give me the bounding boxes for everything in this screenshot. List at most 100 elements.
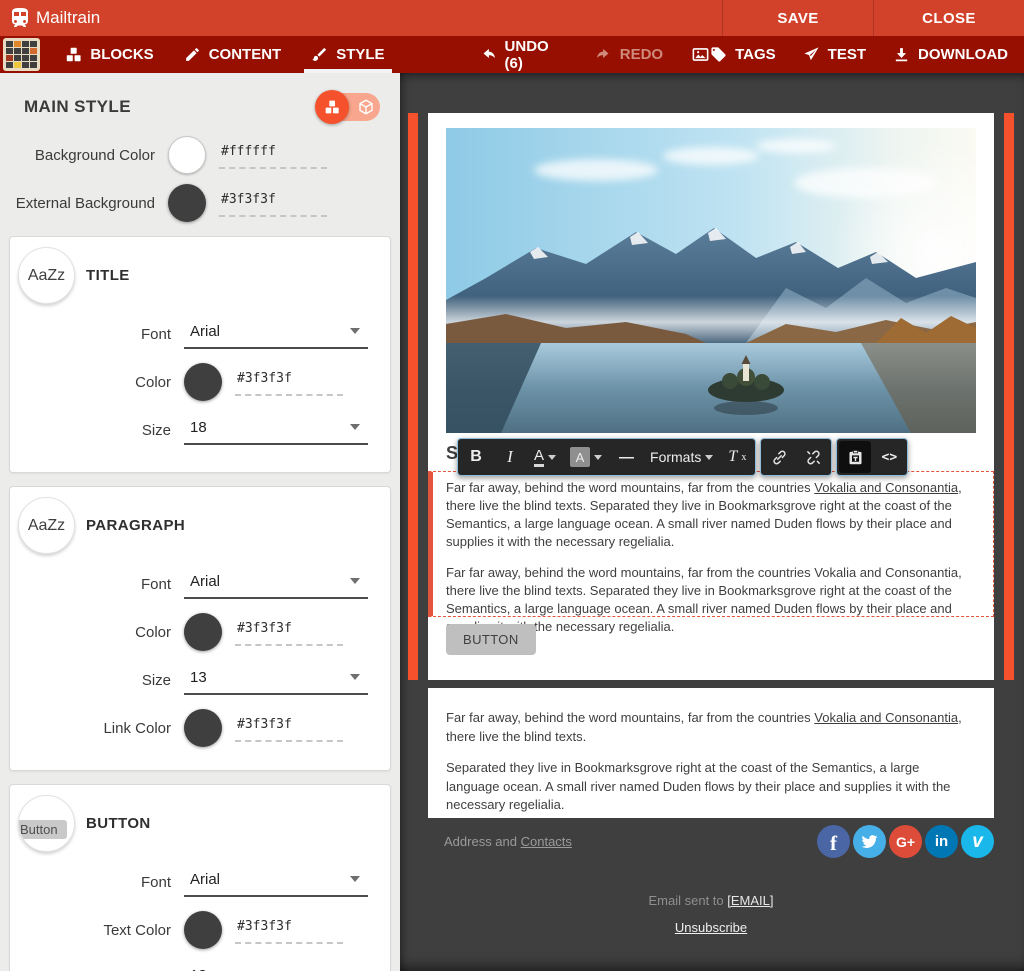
paragraph-color-hex-input[interactable]: #3f3f3f xyxy=(235,619,343,646)
linkedin-icon[interactable]: in xyxy=(925,825,958,858)
googleplus-icon[interactable]: G+ xyxy=(889,825,922,858)
formats-dropdown[interactable]: Formats xyxy=(644,441,719,473)
tags-button[interactable]: TAGS xyxy=(710,46,776,63)
twitter-icon[interactable] xyxy=(853,825,886,858)
ext-bg-swatch[interactable] xyxy=(168,184,206,222)
test-label: TEST xyxy=(828,46,866,63)
cube-toggle-icon[interactable] xyxy=(357,98,375,116)
tab-blocks-label: BLOCKS xyxy=(90,46,153,63)
undo-label: UNDO (6) xyxy=(505,38,567,72)
bold-button[interactable]: B xyxy=(460,441,492,473)
paragraph-font-select[interactable]: Arial xyxy=(184,570,368,599)
app-title: Mailtrain xyxy=(36,8,100,28)
button-font-label: Font xyxy=(16,874,184,891)
lake-mountains-photo[interactable] xyxy=(446,128,976,433)
email-block-text-section: S B I A A — Formats Tx xyxy=(428,113,994,680)
paragraph-font-value: Arial xyxy=(190,573,220,590)
facebook-icon[interactable]: f xyxy=(817,825,850,858)
clear-formatting-button[interactable]: Tx xyxy=(721,441,753,473)
chevron-down-icon xyxy=(350,876,360,882)
link-icon xyxy=(771,449,788,466)
paragraph-size-label: Size xyxy=(16,672,184,689)
save-button[interactable]: SAVE xyxy=(722,0,873,36)
chevron-down-icon[interactable] xyxy=(594,455,602,460)
selection-bar-left xyxy=(408,113,418,680)
mosaico-logo xyxy=(3,38,40,71)
button-text-color-label: Text Color xyxy=(16,922,184,939)
horizontal-rule-button[interactable]: — xyxy=(610,441,642,473)
chevron-down-icon xyxy=(705,455,713,460)
remove-link-button[interactable] xyxy=(797,441,829,473)
tab-blocks[interactable]: BLOCKS xyxy=(50,36,168,73)
paste-as-text-button[interactable] xyxy=(839,441,871,473)
redo-button[interactable]: REDO xyxy=(595,46,663,63)
insert-link-button[interactable] xyxy=(763,441,795,473)
email-merge-tag-link[interactable]: [EMAIL] xyxy=(727,893,773,908)
contacts-link[interactable]: Contacts xyxy=(521,834,572,849)
button-font-select[interactable]: Arial xyxy=(184,868,368,897)
selection-bar-right xyxy=(1004,113,1014,680)
paragraph-color-swatch[interactable] xyxy=(184,613,222,651)
bg-color-swatch[interactable] xyxy=(168,136,206,174)
tag-icon xyxy=(710,46,727,63)
title-font-label: Font xyxy=(16,326,184,343)
email-cta-button[interactable]: BUTTON xyxy=(446,624,536,655)
title-size-label: Size xyxy=(16,422,184,439)
paragraph-link-color-hex-input[interactable]: #3f3f3f xyxy=(235,715,343,742)
text-link[interactable]: Vokalia and Consonantia xyxy=(814,480,958,495)
block2-paragraph-2: Separated they live in Bookmarksgrove ri… xyxy=(446,759,976,816)
title-color-hex-input[interactable]: #3f3f3f xyxy=(235,369,343,396)
pencil-icon xyxy=(184,46,201,63)
undo-button[interactable]: UNDO (6) xyxy=(480,38,567,72)
tab-content[interactable]: CONTENT xyxy=(169,36,297,73)
text-link[interactable]: Vokalia and Consonantia xyxy=(814,710,958,725)
paragraph-size-select[interactable]: 13 xyxy=(184,666,368,695)
button-text-size-select[interactable]: 13 xyxy=(184,964,368,971)
undo-icon xyxy=(480,46,497,63)
preview-paragraph-1: Far far away, behind the word mountains,… xyxy=(446,479,981,551)
chevron-down-icon xyxy=(350,674,360,680)
button-text-color-hex-input[interactable]: #3f3f3f xyxy=(235,917,343,944)
download-button[interactable]: DOWNLOAD xyxy=(893,46,1008,63)
source-code-button[interactable]: <> xyxy=(873,441,905,473)
button-card-heading: BUTTON xyxy=(86,815,151,832)
italic-button[interactable]: I xyxy=(494,441,526,473)
title-size-select[interactable]: 18 xyxy=(184,416,368,445)
test-button[interactable]: TEST xyxy=(803,46,866,63)
title-font-select[interactable]: Arial xyxy=(184,320,368,349)
text-color-button[interactable]: A xyxy=(528,441,562,473)
button-badge-pill: Button xyxy=(18,820,67,839)
close-button[interactable]: CLOSE xyxy=(873,0,1024,36)
ext-bg-hex-input[interactable]: #3f3f3f xyxy=(219,190,327,217)
redo-icon xyxy=(595,46,612,63)
structure-preview-toggle[interactable] xyxy=(318,93,380,121)
brush-icon xyxy=(311,46,328,63)
gallery-button[interactable] xyxy=(691,45,710,64)
title-color-swatch[interactable] xyxy=(184,363,222,401)
unlink-icon xyxy=(805,449,822,466)
button-text-color-swatch[interactable] xyxy=(184,911,222,949)
tab-content-label: CONTENT xyxy=(209,46,282,63)
title-preview-badge: AaZz xyxy=(18,247,75,304)
background-color-button[interactable]: A xyxy=(564,441,608,473)
vimeo-icon[interactable]: v xyxy=(961,825,994,858)
chevron-down-icon[interactable] xyxy=(548,455,556,460)
blocks-toggle-icon[interactable] xyxy=(315,90,349,124)
paragraph-link-color-label: Link Color xyxy=(16,720,184,737)
download-icon xyxy=(893,46,910,63)
tab-style[interactable]: STYLE xyxy=(296,36,399,73)
block2-paragraph-1: Far far away, behind the word mountains,… xyxy=(446,709,976,747)
title-color-label: Color xyxy=(16,374,184,391)
clipboard-icon xyxy=(847,449,864,466)
bg-color-hex-input[interactable]: #ffffff xyxy=(219,142,327,169)
title-card-heading: TITLE xyxy=(86,267,130,284)
unsubscribe-link[interactable]: Unsubscribe xyxy=(675,920,747,935)
email-footer: Address and Contacts f G+ in v xyxy=(428,825,994,858)
paragraph-link-color-swatch[interactable] xyxy=(184,709,222,747)
button-text-size-value: 13 xyxy=(190,967,207,971)
email-block-text-only[interactable]: Far far away, behind the word mountains,… xyxy=(428,688,994,818)
tags-label: TAGS xyxy=(735,46,776,63)
editable-text-zone[interactable]: Far far away, behind the word mountains,… xyxy=(428,471,994,617)
paragraph-font-label: Font xyxy=(16,576,184,593)
ext-bg-label: External Background xyxy=(0,195,168,212)
